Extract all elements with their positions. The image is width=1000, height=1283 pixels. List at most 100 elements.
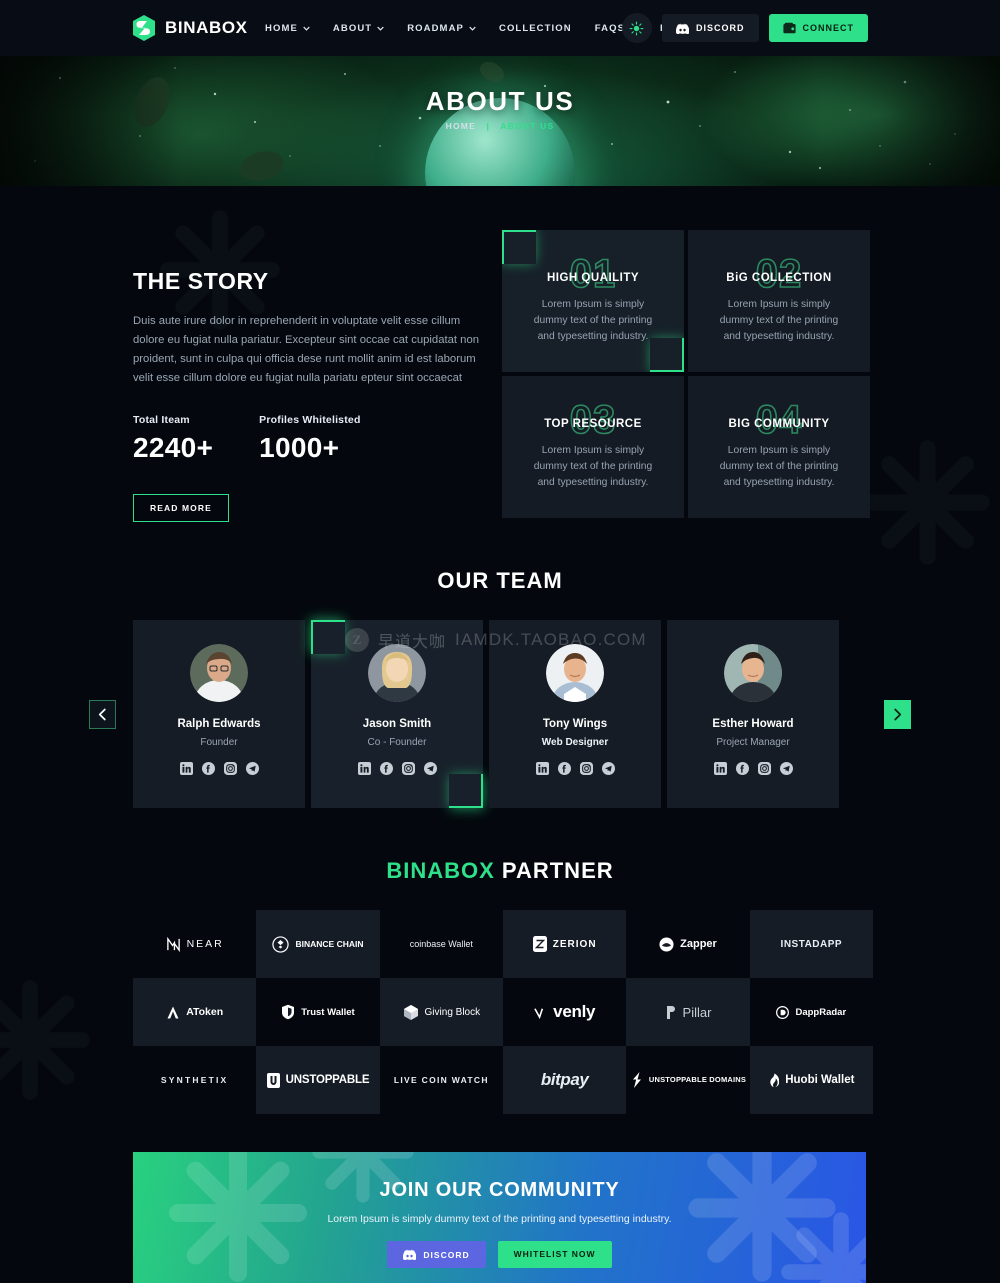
partner-tile-unstoppable-domains[interactable]: UNSTOPPABLE DOMAINS xyxy=(626,1046,749,1114)
linkedin-icon[interactable] xyxy=(357,762,371,775)
team-member-card[interactable]: Tony Wings Web Designer xyxy=(489,620,661,808)
partner-tile-instadapp[interactable]: INSTADAPP xyxy=(749,910,873,978)
partner-tile-coinbase-wallet[interactable]: coinbase Wallet xyxy=(380,910,503,978)
team-member-name: Tony Wings xyxy=(542,718,608,730)
telegram-icon[interactable] xyxy=(245,762,259,775)
team-member-role: Web Designer xyxy=(541,737,609,748)
feature-cards-grid: 01 HIGH QUAILITY Lorem Ipsum is simply d… xyxy=(502,230,870,518)
chevron-left-icon xyxy=(98,708,106,721)
instagram-icon[interactable] xyxy=(579,762,593,775)
nav-item-roadmap[interactable]: ROADMAP xyxy=(407,23,476,34)
partner-tile-unstoppable[interactable]: UNSTOPPABLE xyxy=(256,1046,380,1114)
nav-item-home[interactable]: HOME xyxy=(265,23,310,34)
stat-total-iteam: Total Iteam 2240+ xyxy=(133,414,213,464)
linkedin-icon[interactable] xyxy=(713,762,727,775)
carousel-prev-button[interactable] xyxy=(89,700,116,729)
linkedin-icon[interactable] xyxy=(535,762,549,775)
team-member-card[interactable]: Jason Smith Co - Founder xyxy=(311,620,483,808)
facebook-icon[interactable] xyxy=(735,762,749,775)
nav-item-label: ABOUT xyxy=(332,22,373,34)
discord-icon xyxy=(675,23,689,34)
zapper-icon xyxy=(659,936,674,952)
discord-button[interactable]: DISCORD xyxy=(661,14,759,42)
instagram-icon[interactable] xyxy=(401,762,415,775)
social-links xyxy=(535,762,615,775)
feature-card-high-quality[interactable]: 01 HIGH QUAILITY Lorem Ipsum is simply d… xyxy=(502,230,684,372)
brand-logo[interactable]: BINABOX xyxy=(131,14,248,42)
near-icon xyxy=(166,936,180,952)
nav-item-collection[interactable]: COLLECTION xyxy=(499,23,572,34)
read-more-button[interactable]: READ MORE xyxy=(133,494,229,522)
partner-tile-zapper[interactable]: Zapper xyxy=(626,910,749,978)
telegram-icon[interactable] xyxy=(779,762,793,775)
pillar-icon xyxy=(666,1005,675,1019)
stat-profiles-whitelisted: Profiles Whitelisted 1000+ xyxy=(259,414,360,464)
feature-title: BiG COLLECTION xyxy=(726,271,832,284)
team-member-card[interactable]: Ralph Edwards Founder xyxy=(133,620,305,808)
corner-accent-bottom-right xyxy=(449,774,483,808)
discord-button-label: DISCORD xyxy=(695,23,745,33)
brand-name: BINABOX xyxy=(165,18,248,37)
partner-tile-binance-chain[interactable]: BINANCE CHAIN xyxy=(256,910,380,978)
partners-title-accent: BINABOX xyxy=(386,858,495,883)
venly-icon xyxy=(534,1007,544,1019)
shield-icon xyxy=(282,1004,295,1020)
partner-tile-near[interactable]: NEAR xyxy=(133,910,256,978)
partner-label: ZERION xyxy=(552,938,597,950)
partner-label: LIVE COIN WATCH xyxy=(393,1075,489,1085)
team-member-name: Ralph Edwards xyxy=(177,718,261,730)
partner-tile-synthetix[interactable]: SYNTHETIX xyxy=(133,1046,256,1114)
feature-card-big-collection[interactable]: 02 BiG COLLECTION Lorem Ipsum is simply … xyxy=(688,230,870,372)
partner-tile-pillar[interactable]: Pillar xyxy=(626,978,750,1046)
linkedin-icon[interactable] xyxy=(179,762,193,775)
breadcrumb: HOME | ABOUT US xyxy=(0,121,1000,131)
team-member-card[interactable]: Esther Howard Project Manager xyxy=(667,620,839,808)
breadcrumb-home[interactable]: HOME xyxy=(446,121,476,131)
nav-item-label: HOME xyxy=(265,22,298,34)
instagram-icon[interactable] xyxy=(223,762,237,775)
unstoppable-logo: UNSTOPPABLE xyxy=(266,1072,370,1088)
theme-toggle-button[interactable] xyxy=(621,13,652,43)
unstoppable-domains-logo: UNSTOPPABLE DOMAINS xyxy=(630,1072,746,1088)
partner-tile-trust-wallet[interactable]: Trust Wallet xyxy=(256,978,379,1046)
connect-wallet-button[interactable]: CONNECT xyxy=(768,14,868,42)
giving-block-logo: Giving Block xyxy=(403,1004,480,1021)
partner-tile-dappradar[interactable]: DappRadar xyxy=(750,978,873,1046)
feature-card-top-resource[interactable]: 03 TOP RESOURCE Lorem Ipsum is simply du… xyxy=(502,376,684,518)
partner-label: NEAR xyxy=(186,938,224,950)
nav-item-label: ROADMAP xyxy=(407,22,464,34)
partners-section-title: BINABOX PARTNER xyxy=(0,858,1000,884)
partner-label: Huobi Wallet xyxy=(785,1074,855,1086)
partner-tile-zerion[interactable]: ZERION xyxy=(503,910,627,978)
feature-description: Lorem Ipsum is simply dummy text of the … xyxy=(533,444,653,488)
instagram-icon[interactable] xyxy=(757,762,771,775)
facebook-icon[interactable] xyxy=(379,762,393,775)
cta-discord-button[interactable]: DISCORD xyxy=(387,1241,486,1268)
carousel-next-button[interactable] xyxy=(884,700,911,729)
partner-tile-live-coin-watch[interactable]: LIVE COIN WATCH xyxy=(380,1046,503,1114)
partners-grid: NEAR BINANCE CHAIN coinbase Wallet ZERIO… xyxy=(133,910,873,1114)
partner-label: AToken xyxy=(186,1006,224,1018)
partners-title-rest: PARTNER xyxy=(501,858,614,883)
corner-accent-top-left xyxy=(502,230,536,264)
avatar xyxy=(546,644,604,702)
cta-whitelist-button[interactable]: WHITELIST NOW xyxy=(497,1241,612,1268)
nav-item-about[interactable]: ABOUT xyxy=(333,23,384,34)
partner-tile-venly[interactable]: venly xyxy=(503,978,626,1046)
atoken-logo: AToken xyxy=(166,1005,223,1020)
partner-tile-huobi-wallet[interactable]: Huobi Wallet xyxy=(749,1046,873,1114)
breadcrumb-separator: | xyxy=(486,121,491,131)
stat-label: Profiles Whitelisted xyxy=(259,414,361,426)
cta-title: JOIN OUR COMMUNITY xyxy=(379,1179,620,1201)
partner-tile-atoken[interactable]: AToken xyxy=(133,978,257,1046)
venly-logo: venly xyxy=(534,1002,595,1022)
partner-tile-giving-block[interactable]: Giving Block xyxy=(379,978,503,1046)
facebook-icon[interactable] xyxy=(557,762,571,775)
facebook-icon[interactable] xyxy=(201,762,215,775)
feature-card-big-community[interactable]: 04 BIG COMMUNITY Lorem Ipsum is simply d… xyxy=(688,376,870,518)
telegram-icon[interactable] xyxy=(601,762,615,775)
binabox-hexagon-logo-icon xyxy=(131,14,157,42)
partner-label: UNSTOPPABLE xyxy=(285,1074,370,1086)
telegram-icon[interactable] xyxy=(423,762,437,775)
partner-tile-bitpay[interactable]: bitpay xyxy=(503,1046,627,1114)
